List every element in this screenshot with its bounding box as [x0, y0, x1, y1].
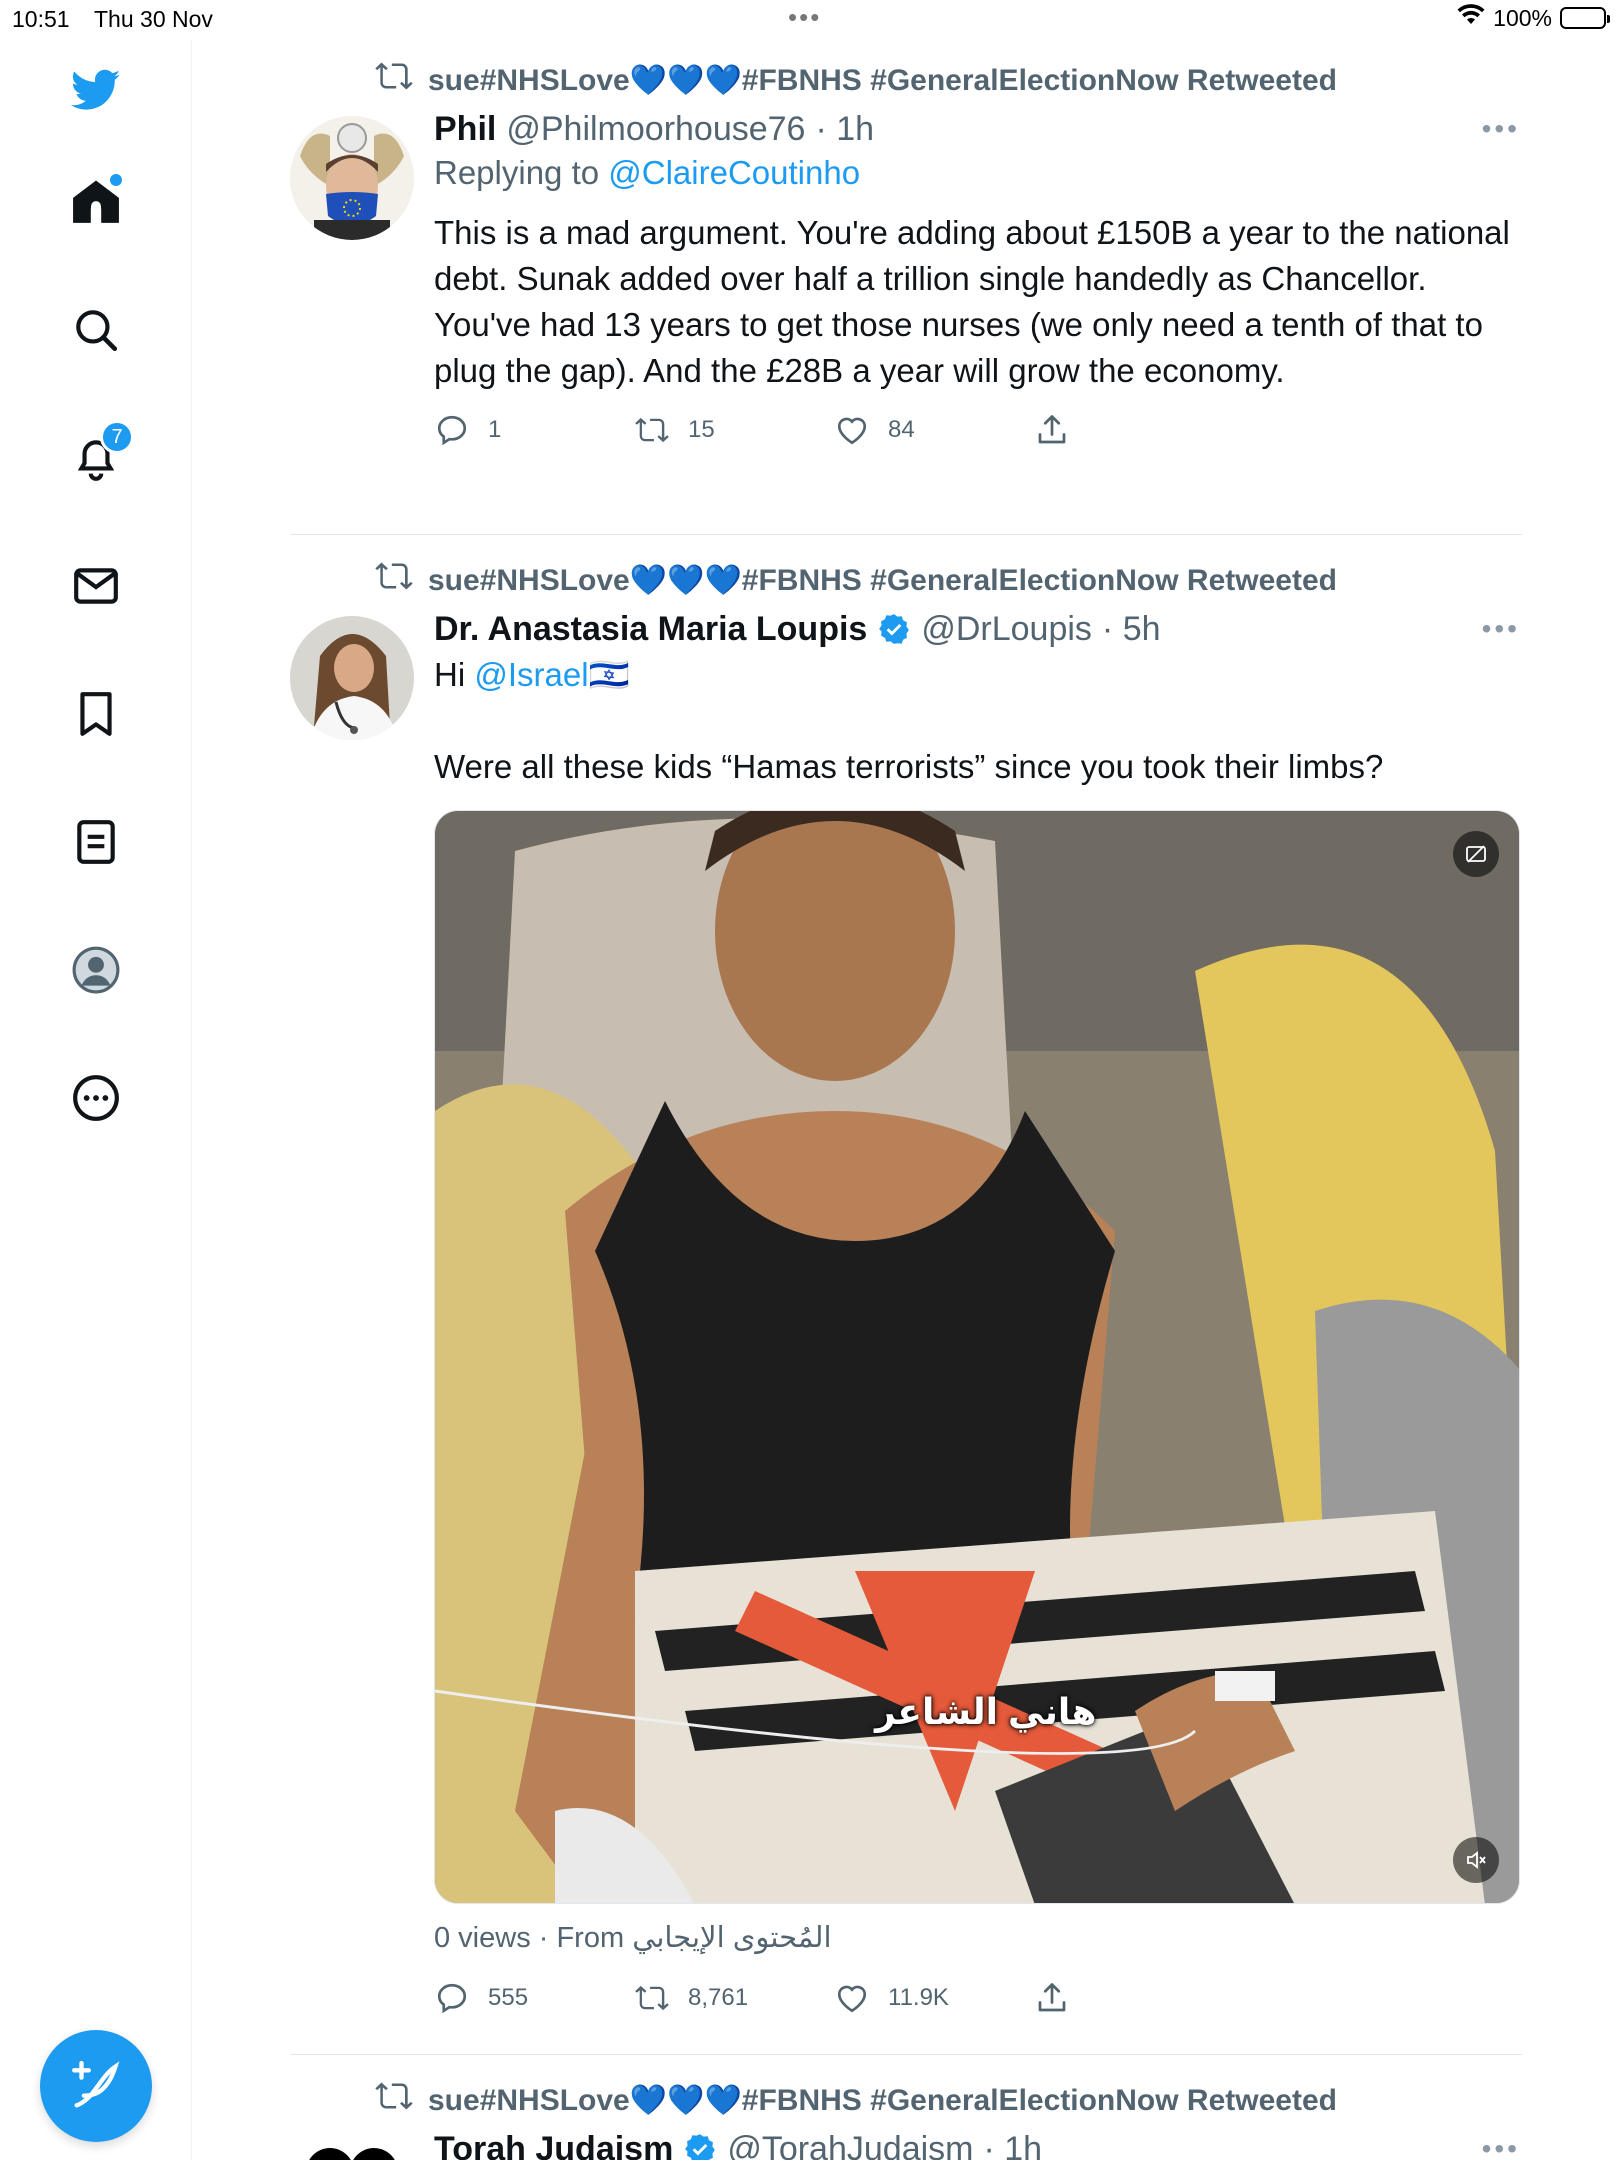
like-button[interactable]: 11.9K: [834, 1980, 1034, 2016]
compose-tweet-icon: [72, 2060, 120, 2108]
more-options-icon[interactable]: •••: [1482, 113, 1520, 145]
reply-count: 555: [488, 1984, 529, 2011]
retweet-icon: [374, 556, 414, 604]
tweet-actions: 1 15 84: [434, 408, 1520, 452]
retweet-context: sue#NHSLove💙💙💙#FBNHS #GeneralElectionNow…: [374, 60, 1337, 100]
retweeted-by-label[interactable]: sue#NHSLove💙💙💙#FBNHS #GeneralElectionNow…: [428, 563, 1337, 598]
multitasking-dots-icon[interactable]: •••: [788, 2, 821, 33]
search-icon[interactable]: [68, 302, 124, 358]
tweet-time[interactable]: · 5h: [1102, 610, 1161, 649]
bookmarks-icon[interactable]: [68, 686, 124, 742]
retweeted-by-label[interactable]: sue#NHSLove💙💙💙#FBNHS #GeneralElectionNow…: [428, 2083, 1337, 2118]
handle[interactable]: @DrLoupis: [921, 610, 1092, 649]
share-icon: [1038, 415, 1066, 444]
reply-icon: [437, 1983, 467, 2014]
tweet-divider: [290, 534, 1522, 535]
reply-count: 1: [488, 416, 502, 443]
tweet-header: Dr. Anastasia Maria Loupis @DrLoupis · 5…: [434, 606, 1520, 652]
notifications-icon[interactable]: 7: [68, 420, 134, 486]
share-button[interactable]: [1034, 1980, 1234, 2016]
video-frame: [435, 811, 1519, 1903]
retweet-context: sue#NHSLove💙💙💙#FBNHS #GeneralElectionNow…: [374, 2080, 1337, 2120]
tweet-text: Were all these kids “Hamas terrorists” s…: [434, 748, 1384, 785]
views-source: 0 views · From المُحتوى الإيجابي: [434, 1922, 832, 1954]
tweet-time[interactable]: · 1h: [815, 110, 874, 149]
reply-icon: [437, 415, 467, 446]
video-caption: هاني الشاعر: [875, 1691, 1097, 1732]
replying-to: Replying to @ClaireCoutinho: [434, 154, 1520, 202]
tweet[interactable]: sue#NHSLove💙💙💙#FBNHS #GeneralElectionNow…: [290, 2080, 1522, 2160]
notification-count-badge: 7: [100, 420, 134, 454]
retweet-icon: [635, 417, 669, 443]
retweet-button[interactable]: 8,761: [634, 1980, 834, 2016]
verified-badge-icon: [879, 614, 910, 644]
tweet-actions: 555 8,761 11.9K: [434, 1976, 1520, 2020]
handle[interactable]: @TorahJudaism: [727, 2130, 973, 2160]
tweet-header: Phil @Philmoorhouse76 · 1h •••: [434, 106, 1520, 152]
retweet-button[interactable]: 15: [634, 412, 834, 448]
heart-icon: [837, 417, 867, 445]
more-options-icon[interactable]: •••: [1482, 2133, 1520, 2160]
share-icon: [1038, 1983, 1066, 2012]
tweet-content: Phil @Philmoorhouse76 · 1h ••• Replying …: [434, 106, 1520, 452]
more-options-icon[interactable]: •••: [1482, 613, 1520, 645]
sidebar: 7: [0, 40, 192, 2160]
tweet-greeting: Hi @Israel🇮🇱: [434, 652, 1520, 698]
display-name[interactable]: Phil: [434, 110, 496, 149]
profile-icon[interactable]: [68, 942, 124, 998]
display-name[interactable]: Torah Judaism: [434, 2130, 673, 2160]
tweet[interactable]: sue#NHSLove💙💙💙#FBNHS #GeneralElectionNow…: [290, 60, 1522, 540]
lists-icon[interactable]: [68, 814, 124, 870]
retweet-count: 8,761: [688, 1984, 749, 2011]
like-button[interactable]: 84: [834, 412, 1034, 448]
like-count: 11.9K: [888, 1984, 949, 2011]
replying-to-link[interactable]: @ClaireCoutinho: [608, 154, 860, 191]
retweet-icon: [635, 1985, 669, 2011]
verified-badge-icon: [685, 2134, 716, 2160]
retweet-count: 15: [688, 416, 715, 443]
home-update-dot: [110, 174, 122, 186]
status-right: 100%: [1457, 4, 1610, 32]
retweeted-by-label[interactable]: sue#NHSLove💙💙💙#FBNHS #GeneralElectionNow…: [428, 63, 1337, 98]
wifi-icon: [1457, 4, 1485, 32]
battery-percent: 100%: [1493, 4, 1552, 31]
tweet[interactable]: sue#NHSLove💙💙💙#FBNHS #GeneralElectionNow…: [290, 560, 1522, 2070]
status-bar: 10:51 Thu 30 Nov ••• 100%: [0, 0, 1620, 40]
mute-icon[interactable]: [1453, 1837, 1499, 1883]
avatar[interactable]: [290, 2136, 414, 2160]
mention-link[interactable]: @Israel: [474, 656, 588, 693]
greeting-text: Hi: [434, 656, 475, 693]
like-count: 84: [888, 416, 915, 443]
twitter-logo-icon[interactable]: [68, 62, 124, 118]
avatar[interactable]: [290, 116, 414, 240]
reply-button[interactable]: 555: [434, 1980, 634, 2016]
tweet-content: Dr. Anastasia Maria Loupis @DrLoupis · 5…: [434, 606, 1520, 2020]
tweet-video[interactable]: هاني الشاعر: [434, 810, 1520, 1904]
tweet-header: Torah Judaism @TorahJudaism · 1h •••: [434, 2126, 1520, 2160]
messages-icon[interactable]: [68, 558, 124, 614]
status-time: 10:51: [12, 6, 70, 32]
flag-emoji: 🇮🇱: [588, 656, 630, 693]
avatar[interactable]: [290, 616, 414, 740]
tweet-content: Torah Judaism @TorahJudaism · 1h •••: [434, 2126, 1520, 2160]
battery-icon: [1560, 7, 1610, 29]
home-icon[interactable]: [68, 174, 124, 230]
retweet-icon: [374, 56, 414, 104]
heart-icon: [837, 1985, 867, 2013]
tweet-divider: [290, 2054, 1522, 2055]
tweet-text: This is a mad argument. You're adding ab…: [434, 214, 1510, 389]
replying-prefix: Replying to: [434, 154, 609, 191]
reply-button[interactable]: 1: [434, 412, 634, 448]
retweet-context: sue#NHSLove💙💙💙#FBNHS #GeneralElectionNow…: [374, 560, 1337, 600]
display-name[interactable]: Dr. Anastasia Maria Loupis: [434, 610, 867, 649]
share-button[interactable]: [1034, 412, 1234, 448]
handle[interactable]: @Philmoorhouse76: [506, 110, 805, 149]
more-icon[interactable]: [68, 1070, 124, 1126]
media-settings-icon[interactable]: [1453, 831, 1499, 877]
tweet-time[interactable]: · 1h: [983, 2130, 1042, 2160]
status-date: Thu 30 Nov: [94, 6, 213, 32]
retweet-icon: [374, 2080, 414, 2124]
compose-tweet-button[interactable]: [40, 2030, 152, 2142]
